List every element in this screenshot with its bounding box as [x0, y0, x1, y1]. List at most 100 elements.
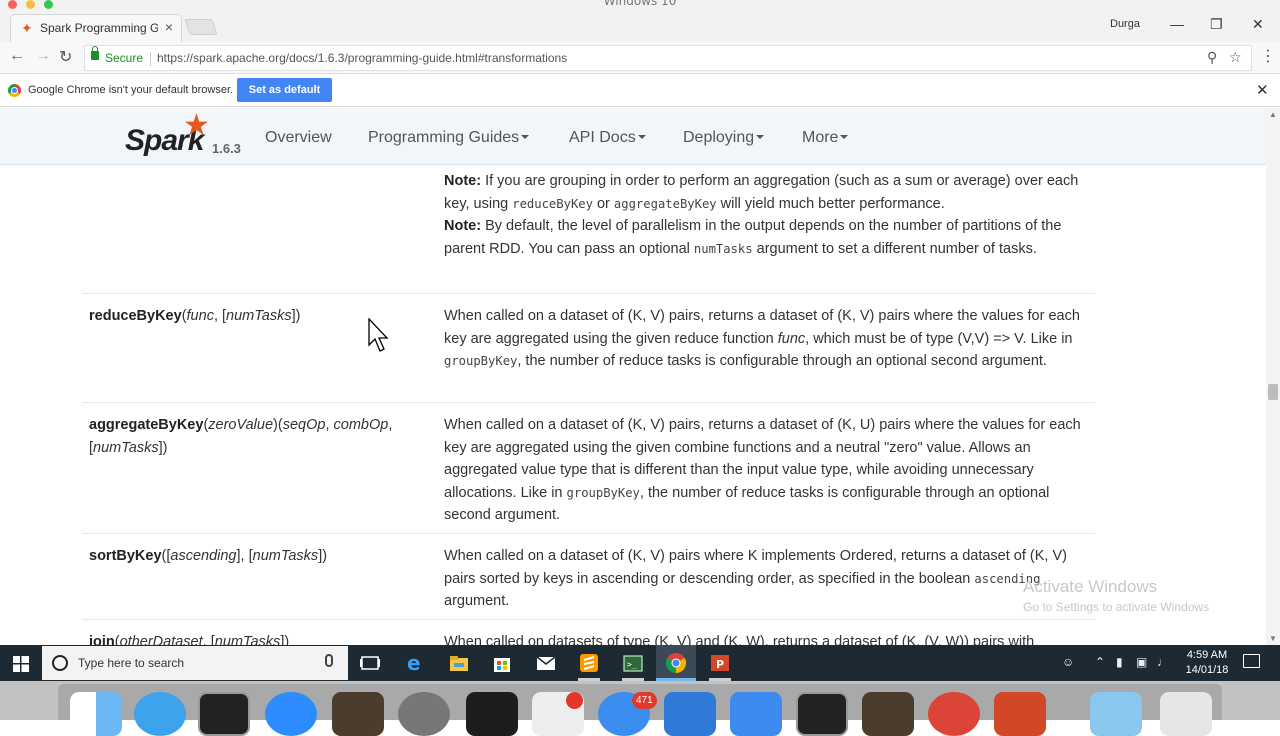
address-bar[interactable]: Secure https://spark.apache.org/docs/1.6…	[84, 45, 1252, 71]
windows-taskbar: Type here to search e >_ P ☺ ⌃ ▮ ▣ ♩ 4:5…	[0, 645, 1280, 681]
caret-down-icon	[756, 135, 765, 139]
nav-deploying[interactable]: Deploying	[683, 129, 765, 147]
table-row-aggregatebykey: aggregateByKey(zeroValue)(seqOp, combOp,…	[82, 402, 1095, 533]
scroll-up-icon[interactable]: ▲	[1269, 110, 1277, 119]
windows-app-icon[interactable]	[730, 692, 782, 736]
spark-logo[interactable]: Spark ★ 1.6.3	[125, 109, 245, 162]
windows-vm-icon[interactable]	[664, 692, 716, 736]
powerpoint-icon[interactable]: P	[709, 652, 731, 674]
back-icon[interactable]: ←	[9, 47, 25, 65]
mouse-cursor-icon	[368, 318, 389, 352]
omnibox-separator	[150, 52, 151, 66]
zoom-app-icon[interactable]	[265, 692, 317, 736]
powerpoint-dock-icon[interactable]	[994, 692, 1046, 736]
task-view-icon[interactable]	[359, 652, 381, 674]
scroll-down-icon[interactable]: ▼	[1269, 634, 1277, 643]
function-name: reduceByKey	[89, 308, 182, 324]
clock-date: 14/01/18	[1185, 664, 1229, 676]
action-center-icon[interactable]	[1243, 654, 1260, 668]
lock-icon	[91, 46, 99, 60]
chrome-dock-icon[interactable]	[928, 692, 980, 736]
network-icon[interactable]: ▣	[1136, 655, 1147, 669]
function-name: aggregateByKey	[89, 417, 204, 433]
note-text: will yield much better performance.	[716, 195, 945, 212]
terminal-dock-icon[interactable]	[198, 692, 250, 736]
code-reducebykey: reduceByKey	[512, 196, 593, 211]
minimize-icon[interactable]: —	[1170, 16, 1184, 32]
tab-title: Spark Programming Gui…	[40, 21, 158, 35]
svg-text:e: e	[407, 652, 421, 674]
reducebykey-description: When called on a dataset of (K, V) pairs…	[444, 305, 1084, 373]
code-groupbykey: groupByKey	[566, 485, 640, 500]
code-aggregatebykey: aggregateByKey	[613, 196, 717, 211]
param: func	[777, 330, 806, 347]
set-default-button[interactable]: Set as default	[237, 78, 332, 102]
safari-icon[interactable]	[134, 692, 186, 736]
terminal-dock-icon-2[interactable]	[796, 692, 848, 736]
param: numTasks	[214, 634, 281, 645]
volume-icon[interactable]: ♩	[1157, 655, 1169, 669]
join-signature: join(otherDataset, [numTasks])	[89, 631, 429, 645]
forward-icon[interactable]: →	[35, 47, 51, 65]
signature-text: , [	[213, 308, 227, 324]
infobar-close-icon[interactable]: ✕	[1256, 81, 1269, 99]
unread-badge: 471	[632, 692, 657, 709]
edge-icon[interactable]: e	[404, 652, 426, 674]
clock-time: 4:59 AM	[1186, 649, 1228, 661]
close-window-icon[interactable]: ✕	[1252, 16, 1264, 33]
param: zeroValue	[208, 417, 274, 433]
store-icon[interactable]	[491, 652, 513, 674]
people-icon[interactable]: ☺	[1062, 655, 1074, 669]
sublime-dock-icon-2[interactable]	[862, 692, 914, 736]
sublime-dock-icon[interactable]	[332, 692, 384, 736]
battery-icon[interactable]: ▮	[1116, 655, 1123, 669]
url-text[interactable]: https://spark.apache.org/docs/1.6.3/prog…	[157, 51, 567, 65]
page-scrollbar[interactable]: ▲ ▼	[1266, 108, 1280, 645]
caret-down-icon	[840, 135, 849, 139]
sortbykey-signature: sortByKey([ascending], [numTasks])	[89, 545, 429, 568]
finder-icon[interactable]	[70, 692, 122, 736]
zoom-icon[interactable]: ⚲	[1207, 49, 1217, 66]
nav-overview[interactable]: Overview	[265, 129, 332, 147]
signature-text: , [	[202, 634, 215, 645]
bookmark-star-icon[interactable]: ☆	[1229, 49, 1242, 66]
chrome-menu-icon[interactable]: ⋮	[1260, 46, 1276, 66]
microphone-icon[interactable]	[325, 654, 333, 667]
windows-start-icon[interactable]	[13, 656, 29, 672]
note-text: argument to set a different number of ta…	[752, 240, 1037, 257]
nav-api-docs[interactable]: API Docs	[569, 129, 646, 147]
mail-icon[interactable]	[535, 652, 557, 674]
intellij-icon[interactable]	[466, 692, 518, 736]
secure-label: Secure	[105, 51, 144, 65]
downloads-folder-icon[interactable]	[1090, 692, 1142, 736]
spark-star-icon: ★	[183, 109, 210, 142]
notification-dot	[566, 692, 583, 709]
new-tab-button[interactable]	[184, 19, 218, 35]
scroll-thumb[interactable]	[1268, 384, 1278, 400]
taskbar-clock[interactable]: 4:59 AM 14/01/18	[1178, 648, 1236, 678]
nav-programming-guides[interactable]: Programming Guides	[368, 129, 530, 147]
browser-toolbar: ← → ↻ Secure https://spark.apache.org/do…	[0, 42, 1280, 74]
note-text: or	[592, 195, 614, 212]
cortana-icon	[52, 655, 68, 671]
tab-close-icon[interactable]: ×	[165, 19, 173, 35]
caret-down-icon	[637, 135, 646, 139]
signature-text: )(	[273, 417, 283, 433]
profile-button[interactable]: Durga	[1110, 18, 1140, 30]
nav-more[interactable]: More	[802, 129, 849, 147]
terminal-icon[interactable]: >_	[622, 652, 644, 674]
reload-icon[interactable]: ↻	[59, 47, 72, 67]
restore-icon[interactable]: ❐	[1210, 16, 1223, 33]
taskbar-search-box[interactable]: Type here to search	[42, 646, 348, 680]
show-hidden-icons-icon[interactable]: ⌃	[1095, 655, 1105, 669]
browser-tab[interactable]: ✦ Spark Programming Gui… ×	[10, 14, 182, 42]
nav-label: More	[802, 129, 839, 146]
file-explorer-icon[interactable]	[448, 652, 470, 674]
infobar-message: Google Chrome isn't your default browser…	[28, 84, 234, 96]
trash-icon[interactable]	[1160, 692, 1212, 736]
system-preferences-icon[interactable]	[398, 692, 450, 736]
param: combOp	[333, 417, 389, 433]
description-text: , the number of reduce tasks is configur…	[517, 353, 1047, 369]
chrome-icon[interactable]	[665, 652, 687, 674]
sublime-text-icon[interactable]	[578, 652, 600, 674]
